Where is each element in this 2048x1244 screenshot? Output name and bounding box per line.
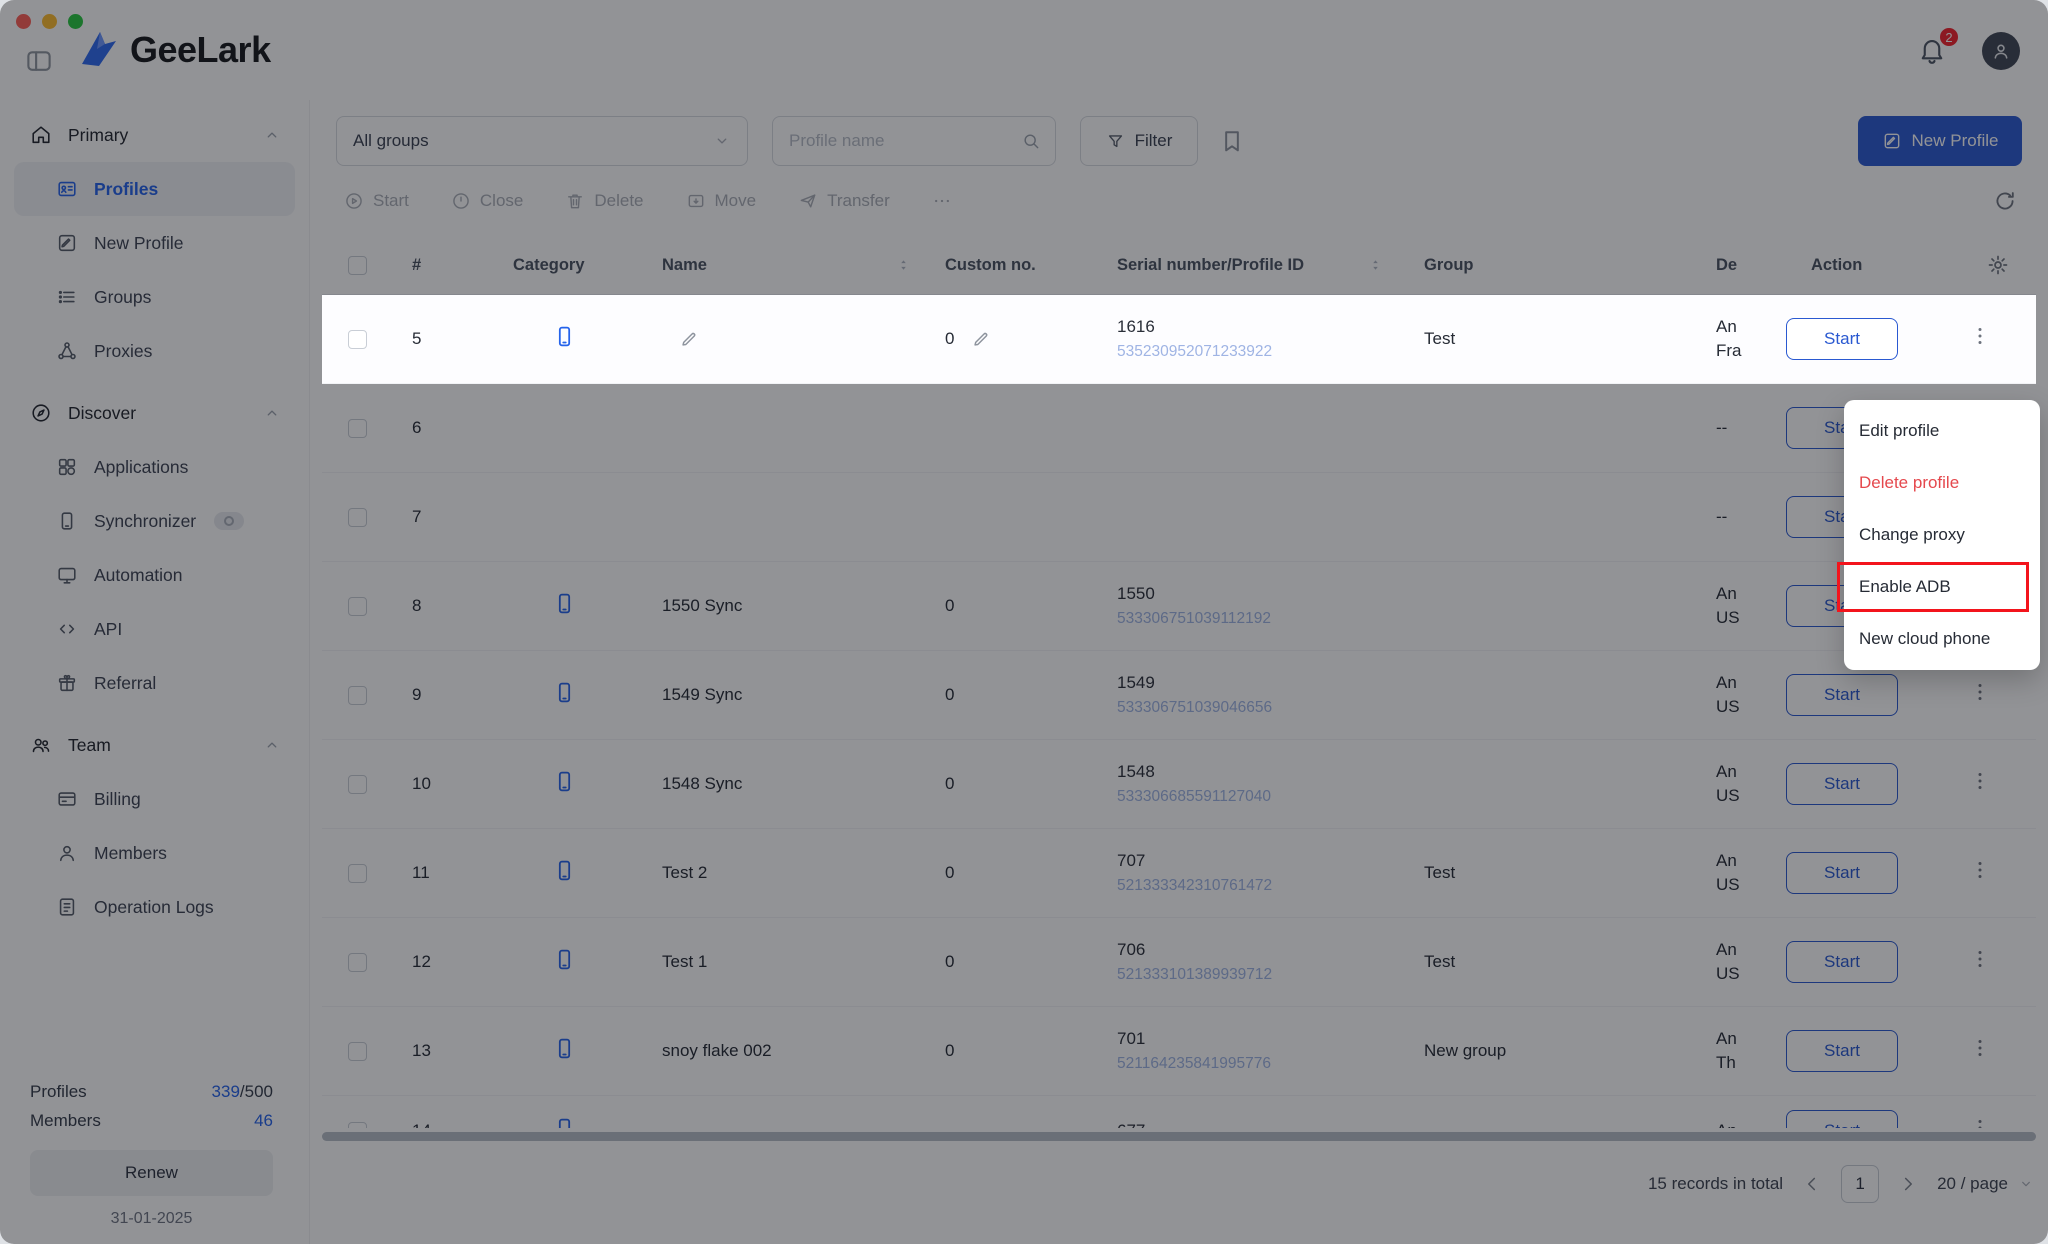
start-button[interactable]: Start (1786, 318, 1898, 360)
app-window: GeeLark 2 PrimaryProfilesNew ProfileGrou… (0, 0, 2048, 1244)
profile-row-5: 5 0 1616 535230952071233922TestAnFraStart (322, 295, 2036, 384)
dots-v-icon (1968, 324, 1992, 348)
category-cell (480, 324, 652, 354)
serial-cell: 1616 535230952071233922 (1109, 317, 1409, 361)
phone-icon (552, 324, 577, 349)
menu-item-delete-profile[interactable]: Delete profile (1844, 457, 2040, 509)
row-checkbox[interactable] (348, 330, 367, 349)
row-context-menu: Edit profileDelete profileChange proxyEn… (1844, 400, 2040, 670)
row-menu-button[interactable] (1968, 324, 1998, 354)
edit-name-button[interactable] (678, 329, 699, 350)
custom-no-cell: 0 (937, 329, 1109, 350)
pencil-icon (970, 329, 991, 350)
serial-number: 1616 (1117, 317, 1409, 337)
menu-item-change-proxy[interactable]: Change proxy (1844, 509, 2040, 561)
dim-overlay (0, 0, 2048, 1244)
menu-item-new-cloud-phone[interactable]: New cloud phone (1844, 613, 2040, 665)
profile-id: 535230952071233922 (1117, 343, 1409, 361)
action-cell: Start (1786, 318, 2036, 360)
pencil-icon (678, 329, 699, 350)
menu-item-enable-adb[interactable]: Enable ADB (1844, 561, 2040, 613)
device-cell: AnFra (1686, 315, 1786, 363)
menu-item-edit-profile[interactable]: Edit profile (1844, 405, 2040, 457)
profile-name-cell (652, 329, 937, 350)
row-number: 5 (392, 329, 480, 349)
edit-custom-no-button[interactable] (970, 329, 991, 350)
group-cell: Test (1409, 329, 1686, 349)
